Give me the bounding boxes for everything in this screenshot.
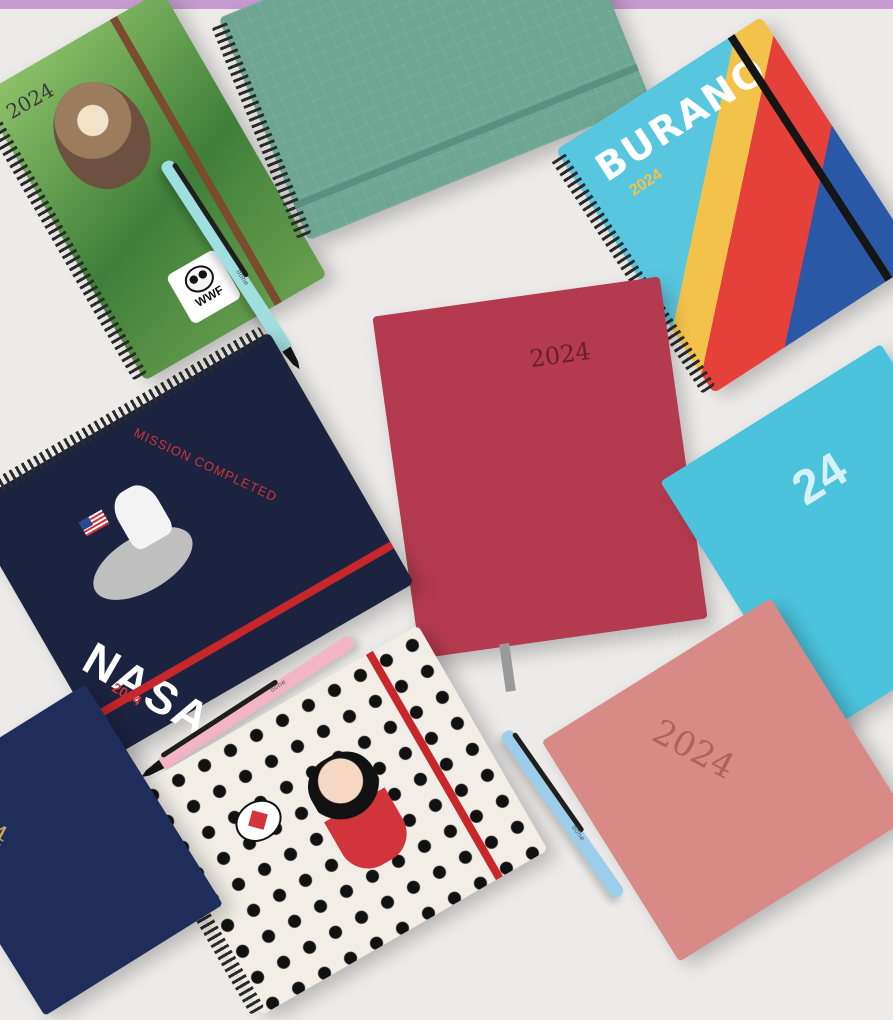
burano-elastic-band <box>727 34 893 282</box>
heart-speech-bubble-icon <box>227 791 290 851</box>
betty-boop-illustration <box>297 740 418 880</box>
pink-diary-year: 2024 <box>645 711 741 788</box>
navy-diary-year: 2024 <box>0 795 13 853</box>
red-diary-ribbon <box>499 643 516 692</box>
red-diary: 2024 <box>372 276 708 692</box>
us-flag-icon <box>78 509 110 537</box>
sky-pen-brand: dohe <box>569 824 586 843</box>
blue-diary-year: 24 <box>783 442 857 516</box>
sloth-diary-year: 2024 <box>1 77 59 124</box>
red-diary-year: 2024 <box>527 336 593 374</box>
